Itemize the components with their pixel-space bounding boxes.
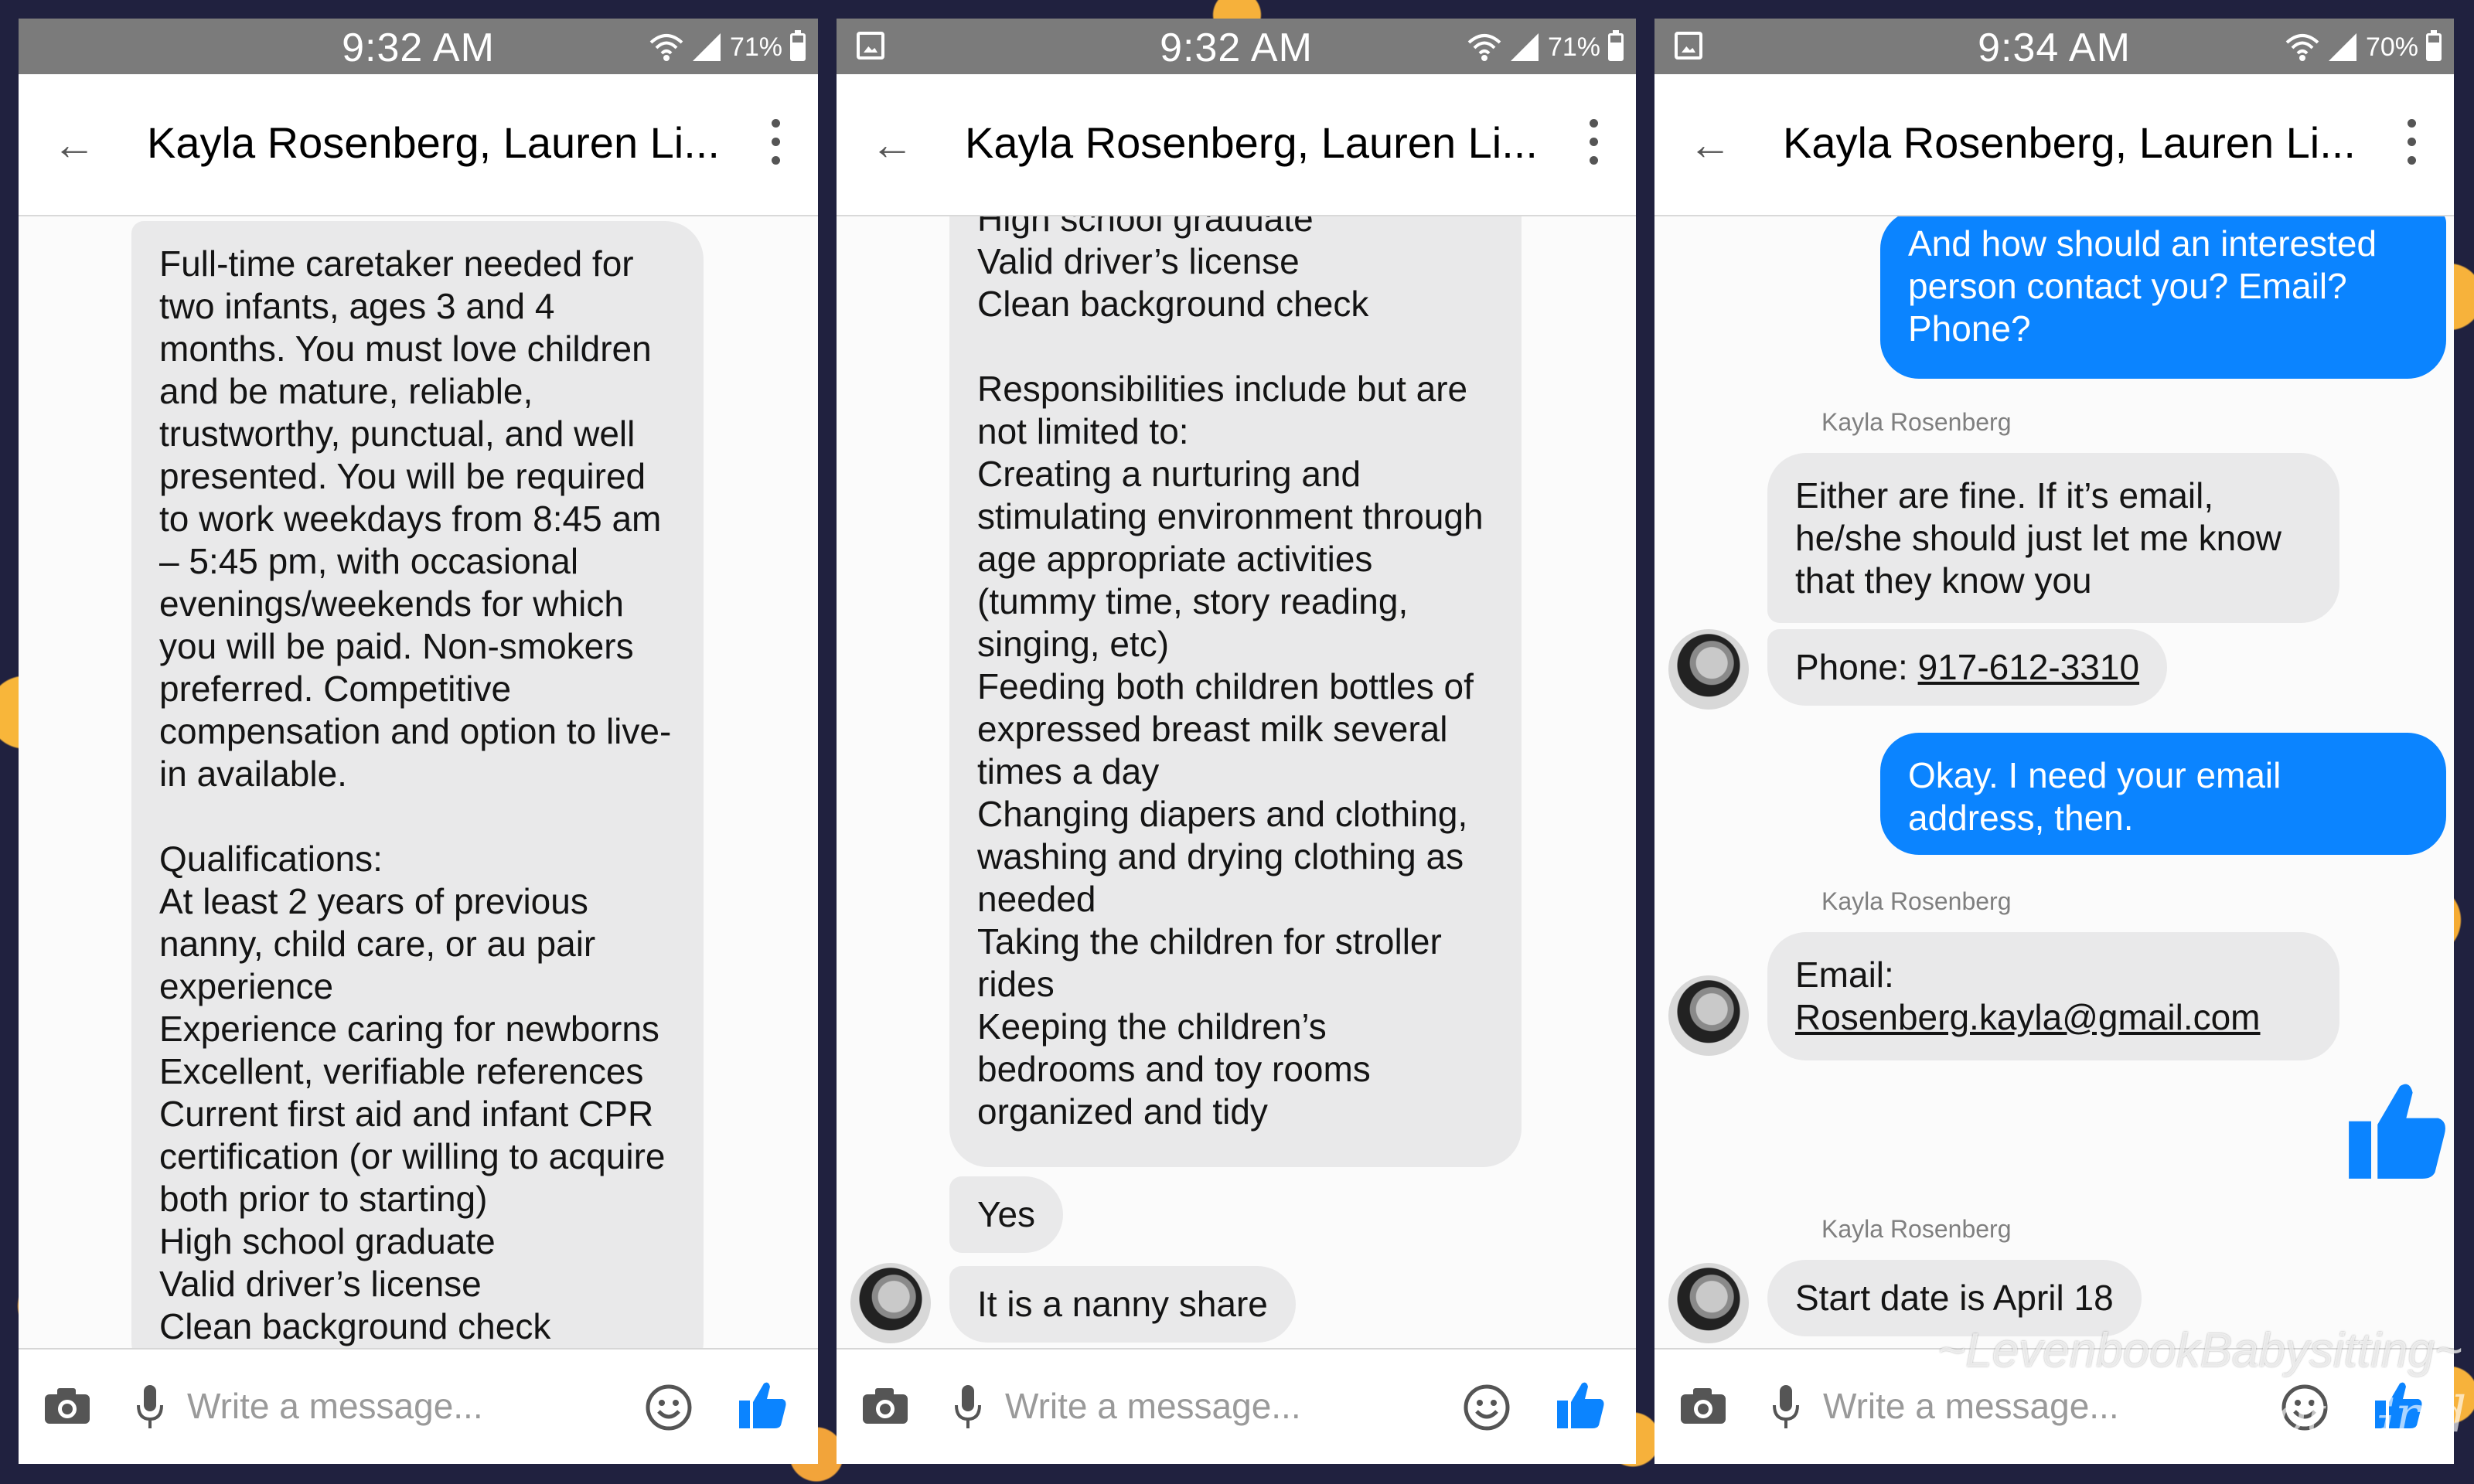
message-input[interactable]: Write a message...: [1823, 1385, 2119, 1427]
message-list[interactable]: And how should an interested person cont…: [1654, 216, 2454, 1367]
message-composer: Write a message...: [19, 1348, 818, 1464]
signal-icon: [2327, 32, 2358, 63]
message-bubble-nanny-share: It is a nanny share: [949, 1266, 1296, 1343]
sender-name: Kayla Rosenberg: [1821, 408, 2012, 436]
sender-name: Kayla Rosenberg: [1821, 887, 2012, 915]
phone-label: Phone:: [1795, 647, 1918, 687]
back-arrow-icon[interactable]: ←: [53, 123, 96, 166]
message-bubble-contact-question: And how should an interested person cont…: [1880, 216, 2446, 379]
camera-icon[interactable]: [1679, 1387, 1727, 1429]
chat-panel-1: 9:32 AM 71% ← Kayla Rosenberg, Lauren Li…: [19, 19, 818, 1464]
back-arrow-icon[interactable]: ←: [1689, 123, 1732, 166]
avatar[interactable]: [850, 1263, 931, 1343]
wifi-icon: [2285, 32, 2319, 63]
like-thumb-icon[interactable]: [738, 1379, 787, 1434]
message-bubble-email: Email: Rosenberg.kayla@gmail.com: [1767, 932, 2339, 1060]
message-list[interactable]: Full-time caretaker needed for two infan…: [19, 216, 818, 1367]
status-bar: 9:32 AM 71%: [19, 19, 818, 74]
signal-icon: [1509, 32, 1540, 63]
battery-icon: [2426, 30, 2442, 61]
message-composer: Write a message...: [837, 1348, 1636, 1464]
more-options-icon[interactable]: [2408, 119, 2417, 165]
message-bubble-yes: Yes: [949, 1176, 1064, 1253]
like-thumb-icon[interactable]: [1556, 1379, 1605, 1434]
status-icons: 71%: [649, 29, 806, 65]
camera-icon[interactable]: [861, 1387, 909, 1429]
watermark-text: ~LevenbookBabysitting~: [1937, 1324, 2463, 1377]
conversation-header: ← Kayla Rosenberg, Lauren Li...: [1654, 74, 2454, 216]
more-options-icon[interactable]: [1590, 119, 1599, 165]
avatar[interactable]: [1668, 629, 1749, 710]
battery-percent: 71%: [1547, 32, 1600, 62]
chat-panel-3: 9:34 AM 70% ← Kayla Rosenberg, Lauren Li…: [1654, 19, 2454, 1464]
message-bubble-either-fine: Either are fine. If it’s email, he/she s…: [1767, 453, 2339, 623]
battery-icon: [790, 30, 806, 61]
more-options-icon[interactable]: [772, 119, 781, 165]
chat-panel-2: 9:32 AM 71% ← Kayla Rosenberg, Lauren Li…: [837, 19, 1636, 1464]
email-label: Email:: [1795, 955, 1894, 995]
message-bubble-phone: Phone: 917-612-3310: [1767, 629, 2168, 706]
wifi-icon: [1467, 32, 1501, 63]
emoji-icon[interactable]: [645, 1384, 693, 1435]
avatar[interactable]: [1668, 975, 1749, 1056]
message-bubble-job-post-continued: High school graduate Valid driver’s lice…: [949, 216, 1522, 1167]
back-arrow-icon[interactable]: ←: [871, 123, 914, 166]
message-input[interactable]: Write a message...: [1005, 1385, 1301, 1427]
like-thumb-icon: [2346, 1076, 2448, 1186]
camera-icon[interactable]: [43, 1387, 91, 1429]
phone-number-link[interactable]: 917-612-3310: [1918, 647, 2139, 687]
conversation-header: ← Kayla Rosenberg, Lauren Li...: [837, 74, 1636, 216]
battery-percent: 70%: [2365, 32, 2418, 62]
wifi-icon: [649, 32, 683, 63]
status-bar: 9:32 AM 71%: [837, 19, 1636, 74]
signal-icon: [691, 32, 722, 63]
emoji-icon[interactable]: [1463, 1384, 1511, 1435]
avatar[interactable]: [1668, 1263, 1749, 1343]
conversation-title[interactable]: Kayla Rosenberg, Lauren Li...: [965, 117, 1552, 168]
message-bubble-need-email: Okay. I need your email address, then.: [1880, 733, 2446, 855]
microphone-icon[interactable]: [135, 1384, 165, 1435]
battery-percent: 71%: [729, 32, 782, 62]
message-bubble-job-post: Full-time caretaker needed for two infan…: [131, 221, 704, 1367]
microphone-icon[interactable]: [952, 1384, 983, 1435]
conversation-title[interactable]: Kayla Rosenberg, Lauren Li...: [147, 117, 734, 168]
status-bar: 9:34 AM 70%: [1654, 19, 2454, 74]
message-input[interactable]: Write a message...: [187, 1385, 483, 1427]
conversation-title[interactable]: Kayla Rosenberg, Lauren Li...: [1783, 117, 2370, 168]
status-icons: 71%: [1467, 29, 1624, 65]
battery-icon: [1608, 30, 1624, 61]
watermark-logo: PhotoGrid: [2211, 1387, 2467, 1444]
conversation-header: ← Kayla Rosenberg, Lauren Li...: [19, 74, 818, 216]
microphone-icon[interactable]: [1770, 1384, 1801, 1435]
sender-name: Kayla Rosenberg: [1821, 1215, 2012, 1243]
status-icons: 70%: [2285, 29, 2442, 65]
message-list[interactable]: High school graduate Valid driver’s lice…: [837, 216, 1636, 1367]
email-link[interactable]: Rosenberg.kayla@gmail.com: [1795, 997, 2261, 1037]
